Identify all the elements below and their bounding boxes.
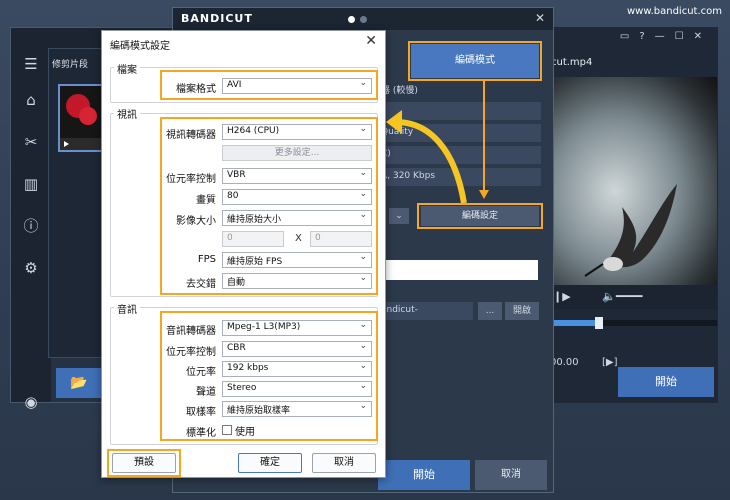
record-icon[interactable]: ◉	[21, 392, 41, 412]
close-icon[interactable]: ✕	[535, 11, 545, 25]
file-format-highlight	[160, 70, 378, 100]
cancel-button[interactable]: 取消	[475, 460, 547, 490]
video-group-label: 視訊	[114, 106, 140, 121]
browse-button[interactable]: ...	[478, 302, 502, 320]
preset-highlight	[107, 449, 181, 477]
audio-group-label: 音訊	[114, 301, 140, 316]
open-folder-button[interactable]: 📂	[56, 368, 102, 398]
video-preview	[547, 77, 717, 285]
encoder-speed-text: 器 (較慢)	[381, 86, 418, 96]
dropdown-chevron-icon[interactable]: ⌄	[389, 208, 409, 224]
page-dots	[348, 15, 372, 26]
home-icon[interactable]: ⌂	[21, 90, 41, 110]
site-url: www.bandicut.com	[626, 6, 722, 17]
video-settings-highlight	[160, 117, 378, 295]
timeline-slider[interactable]	[547, 317, 717, 329]
dialog-close-icon[interactable]: ✕	[365, 33, 377, 49]
preview-start-button[interactable]: 開始	[618, 367, 714, 397]
playback-bar[interactable]: ❙▶ 🔈━━━━	[547, 285, 717, 309]
clip-list-header: 修剪片段	[52, 60, 89, 70]
clip-thumbnail[interactable]	[58, 84, 106, 152]
split-icon[interactable]: ▥	[21, 174, 41, 194]
open-button[interactable]: 開啟	[505, 302, 539, 320]
hummingbird-image	[584, 184, 677, 277]
quality-row: Quality	[373, 124, 541, 142]
time-display[interactable]: 00.00	[550, 357, 579, 368]
page-dot-active[interactable]	[348, 16, 355, 23]
cut-icon[interactable]: ✂	[21, 132, 41, 152]
encoding-settings-highlight	[417, 203, 543, 229]
gear-icon[interactable]: ⚙	[21, 258, 41, 278]
dialog-title: 編碼模式設定	[110, 41, 170, 52]
bandicut-logo: BANDICUT	[181, 12, 253, 25]
output-path-field[interactable]: andicut-	[373, 302, 473, 320]
ok-button[interactable]: 確定	[238, 453, 302, 473]
dialog-cancel-button[interactable]: 取消	[312, 453, 376, 473]
file-group-label: 檔案	[114, 61, 140, 76]
window-controls[interactable]: ▭?—☐✕	[620, 31, 712, 42]
encoding-mode-dialog: 編碼模式設定 ✕ 檔案 檔案格式 AVI ⌄ 視訊 視訊轉碼器 H264 (CPU…	[101, 30, 386, 478]
filename-input[interactable]	[378, 260, 538, 280]
encoder-row-1	[373, 102, 541, 120]
encoding-mode-highlight	[408, 41, 542, 81]
menu-icon[interactable]: ☰	[21, 54, 41, 74]
encoding-titlebar: BANDICUT ✕	[173, 8, 553, 30]
codec-row: C)	[373, 146, 541, 164]
start-button[interactable]: 開始	[378, 460, 470, 490]
main-sidebar: ☰ ⌂ ✂ ▥ ⓘ ⚙ ◉	[11, 52, 51, 411]
frame-step-button[interactable]: [▶]	[602, 357, 618, 368]
preview-window: ▭?—☐✕ cut.mp4 ❙▶ 🔈━━━━ 00.00 [▶] 開始	[545, 27, 718, 403]
preview-filename: cut.mp4	[551, 57, 593, 68]
audio-row: R, 320 Kbps	[373, 168, 541, 186]
audio-settings-highlight	[160, 311, 378, 441]
info-icon[interactable]: ⓘ	[21, 216, 41, 236]
page-dot[interactable]	[360, 16, 367, 23]
